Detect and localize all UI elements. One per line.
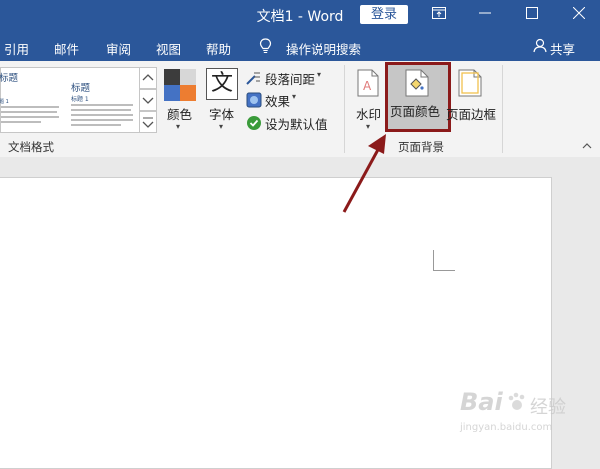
text-line — [71, 114, 133, 116]
fonts-button[interactable]: 文 字体 ▾ — [204, 67, 240, 137]
text-line — [1, 111, 57, 113]
document-formatting-group-label: 文档格式 — [8, 140, 54, 154]
ribbon-tab-bar: 引用 邮件 审阅 视图 帮助 操作说明搜索 共享 — [0, 31, 600, 61]
title-bar: 文档1 - Word 登录 — [0, 0, 600, 31]
minimize-icon[interactable] — [474, 4, 496, 26]
tab-view[interactable]: 视图 — [156, 39, 181, 58]
share-button[interactable]: 共享 — [550, 39, 575, 58]
text-line — [1, 106, 59, 108]
effects-label: 效果 — [265, 94, 291, 109]
paint-bucket-icon — [405, 69, 429, 97]
text-line — [71, 109, 131, 111]
colors-label: 颜色 — [167, 107, 193, 122]
tell-me-search[interactable]: 操作说明搜索 — [286, 39, 361, 58]
chevron-down-icon: ▾ — [317, 70, 322, 79]
tab-help[interactable]: 帮助 — [206, 39, 231, 58]
gallery-more-icon[interactable] — [139, 111, 157, 133]
style-gallery[interactable]: 标题 题 1 标题 标题 1 — [0, 67, 140, 133]
paragraph-spacing-button[interactable]: 段落间距 ▾ — [246, 69, 338, 87]
style-thumb-title: 标题 — [71, 83, 91, 94]
maximize-icon[interactable] — [521, 4, 543, 26]
chevron-down-icon: ▾ — [292, 92, 297, 101]
paw-icon — [508, 392, 526, 416]
watermark-url: jingyan.baidu.com — [460, 422, 553, 433]
watermark-icon: A — [357, 69, 379, 97]
paragraph-spacing-label: 段落间距 — [265, 72, 316, 87]
text-line — [71, 119, 133, 121]
style-thumb-subtitle: 题 1 — [0, 99, 9, 105]
svg-text:A: A — [363, 79, 372, 93]
style-thumbnail[interactable]: 标题 标题 1 — [69, 68, 137, 130]
text-line — [71, 104, 133, 106]
group-divider — [502, 65, 503, 153]
ribbon: 标题 题 1 标题 标题 1 颜色 ▾ 文 字体 ▾ 段落间距 ▾ 效果 ▾ 设… — [0, 61, 600, 158]
margin-marker-vertical — [433, 250, 434, 270]
style-thumb-subtitle: 标题 1 — [71, 96, 89, 103]
page-borders-icon — [458, 69, 482, 97]
set-as-default-label: 设为默认值 — [265, 117, 328, 132]
tab-references[interactable]: 引用 — [4, 39, 29, 58]
login-button[interactable]: 登录 — [360, 5, 408, 24]
color-palette-icon — [164, 69, 196, 101]
page-background-group-label: 页面背景 — [398, 140, 444, 154]
set-as-default-button[interactable]: 设为默认值 — [246, 114, 338, 132]
fonts-label: 字体 — [209, 107, 235, 122]
paragraph-spacing-icon — [246, 72, 260, 85]
lightbulb-icon — [259, 38, 272, 58]
ribbon-display-options-icon[interactable] — [428, 4, 450, 26]
text-line — [71, 124, 121, 126]
style-thumbnail[interactable]: 标题 题 1 — [0, 68, 63, 130]
tab-mailings[interactable]: 邮件 — [54, 39, 79, 58]
page-borders-label: 页面边框 — [446, 107, 497, 122]
text-line — [1, 116, 59, 118]
watermark-brand-2: 经验 — [530, 397, 566, 418]
tab-review[interactable]: 审阅 — [106, 39, 131, 58]
colors-button[interactable]: 颜色 ▾ — [163, 67, 197, 137]
gallery-up-icon[interactable] — [139, 67, 157, 89]
window-title: 文档1 - Word — [256, 9, 344, 25]
person-icon — [533, 38, 547, 57]
collapse-ribbon-icon[interactable] — [582, 141, 592, 152]
gallery-down-icon[interactable] — [139, 89, 157, 111]
effects-button[interactable]: 效果 ▾ — [246, 91, 338, 109]
chevron-down-icon: ▾ — [219, 122, 224, 131]
watermark-brand: Bai — [460, 388, 503, 416]
text-line — [1, 121, 41, 123]
chevron-down-icon: ▾ — [176, 122, 181, 131]
margin-marker-horizontal — [433, 270, 455, 271]
fonts-icon: 文 — [206, 68, 238, 100]
close-icon[interactable] — [568, 4, 590, 26]
annotation-arrow — [342, 134, 386, 213]
site-watermark: Bai 经验 jingyan.baidu.com — [452, 388, 592, 440]
page-color-label: 页面颜色 — [390, 104, 441, 119]
checkmark-icon — [247, 116, 261, 130]
page-borders-button[interactable]: 页面边框 — [446, 67, 496, 137]
effects-icon — [246, 92, 262, 108]
style-thumb-title: 标题 — [0, 73, 19, 84]
